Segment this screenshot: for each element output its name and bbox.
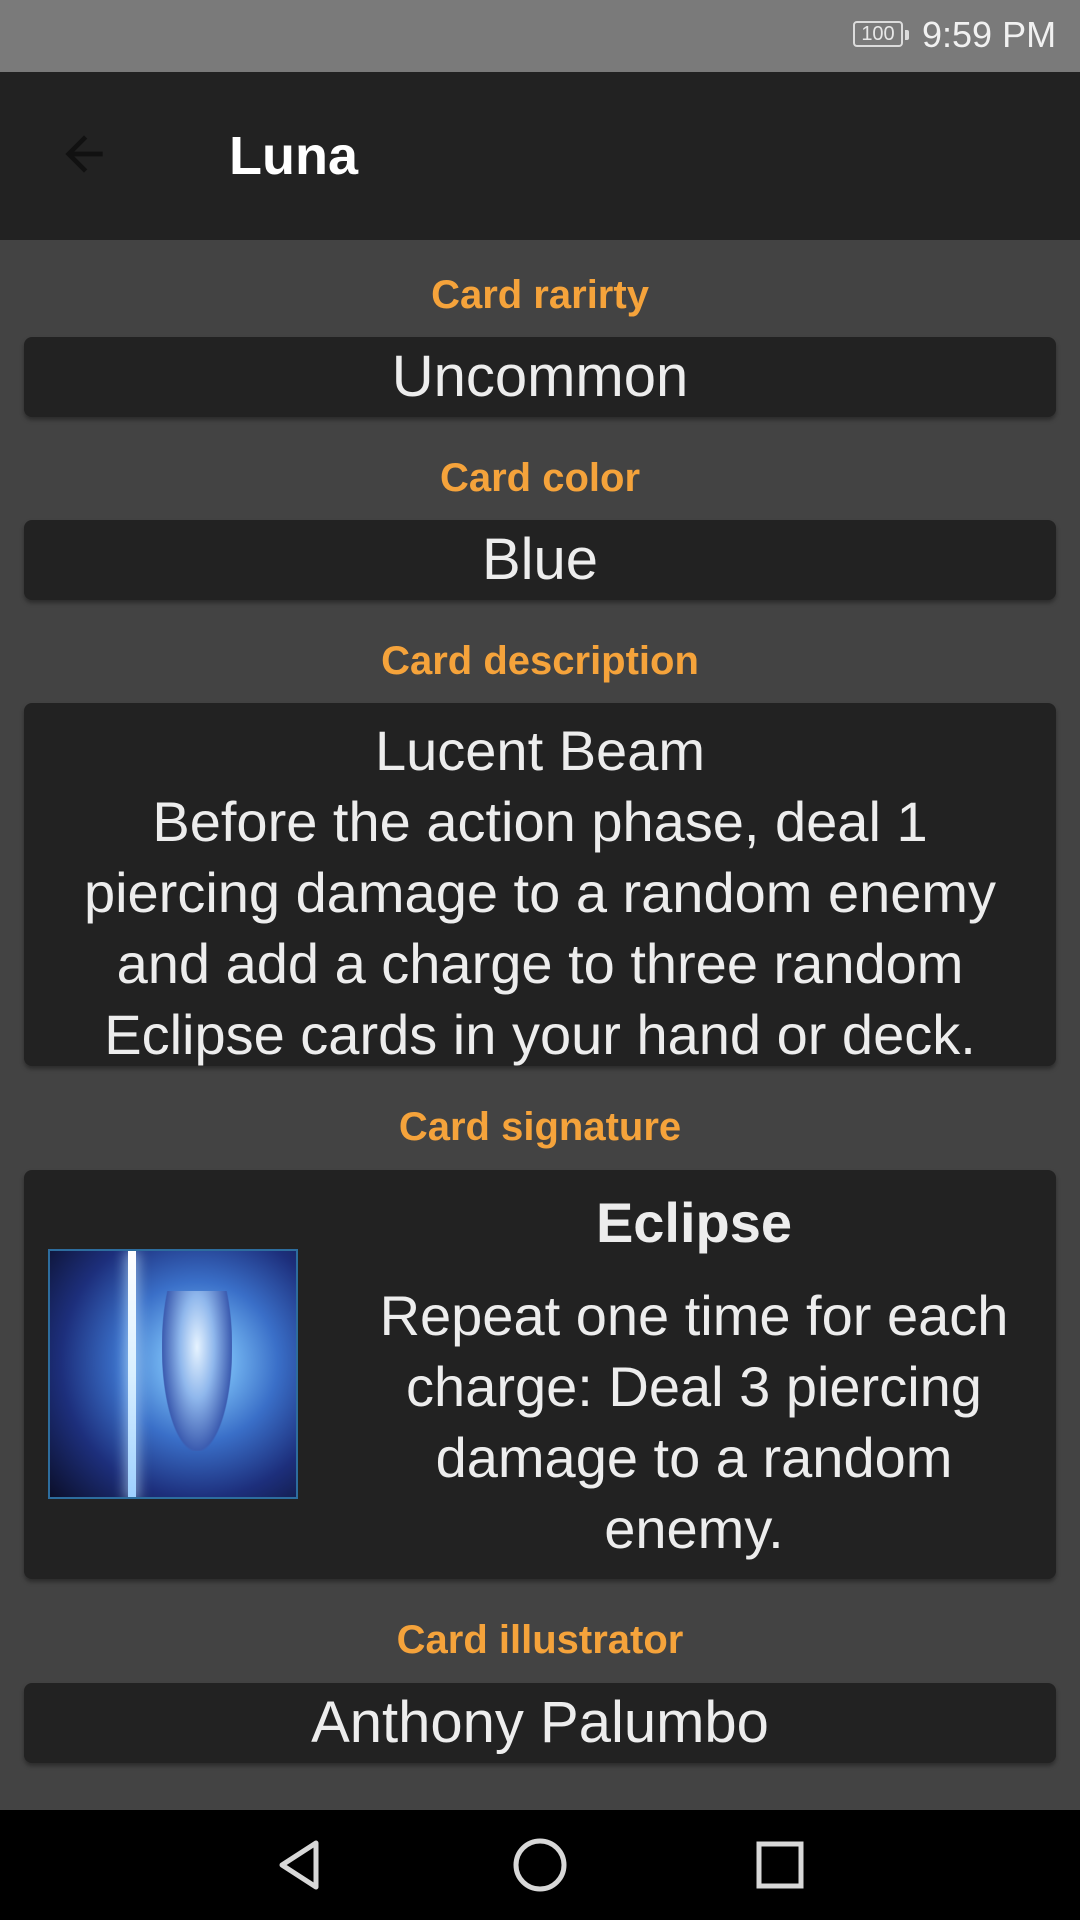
app-bar: Luna	[0, 72, 1080, 240]
color-label: Card color	[439, 456, 641, 500]
page-title: Luna	[229, 126, 358, 186]
description-line: Before the action phase, deal 1	[152, 790, 928, 853]
color-value: Blue	[481, 527, 599, 592]
illustrator-value: Anthony Palumbo	[311, 1690, 769, 1755]
nav-back-button[interactable]	[260, 1825, 340, 1905]
status-time: 9:59 PM	[922, 14, 1057, 55]
signature-card-image	[48, 1249, 298, 1499]
description-label: Card description	[381, 639, 699, 683]
signature-box: Eclipse Repeat one time for each charge:…	[24, 1170, 1056, 1579]
signature-title: Eclipse	[595, 1191, 793, 1254]
rarity-label: Card rarirty	[431, 273, 649, 317]
color-box: Blue	[24, 520, 1056, 600]
illustrator-box: Anthony Palumbo	[24, 1683, 1056, 1763]
description-text: Lucent Beam Before the action phase, dea…	[24, 703, 1056, 1070]
signature-text: Repeat one time for each charge: Deal 3 …	[379, 1284, 1009, 1560]
rarity-box: Uncommon	[24, 337, 1056, 417]
nav-home-button[interactable]	[500, 1825, 580, 1905]
description-line: Lucent Beam	[375, 719, 705, 782]
description-line: and add a charge to three random	[116, 932, 964, 995]
rarity-value: Uncommon	[391, 344, 689, 409]
nav-recents-button[interactable]	[740, 1825, 820, 1905]
illustrator-label: Card illustrator	[396, 1618, 684, 1662]
triangle-back-icon	[279, 1840, 319, 1890]
description-box: Lucent Beam Before the action phase, dea…	[24, 703, 1056, 1066]
circle-home-icon	[513, 1838, 567, 1892]
status-bar: 100 9:59 PM	[0, 0, 1080, 72]
arrow-left-icon	[65, 135, 103, 173]
back-button[interactable]	[44, 114, 124, 194]
description-line: piercing damage to a random enemy	[83, 861, 997, 924]
battery-level: 100	[861, 23, 895, 45]
signature-label: Card signature	[398, 1105, 682, 1149]
card-details: Card rarirty Uncommon Card color Blue Ca…	[0, 240, 1080, 1810]
system-nav-bar	[0, 1810, 1080, 1920]
description-line: Eclipse cards in your hand or deck.	[104, 1003, 976, 1066]
square-recents-icon	[756, 1841, 804, 1889]
battery-icon: 100	[853, 21, 909, 47]
